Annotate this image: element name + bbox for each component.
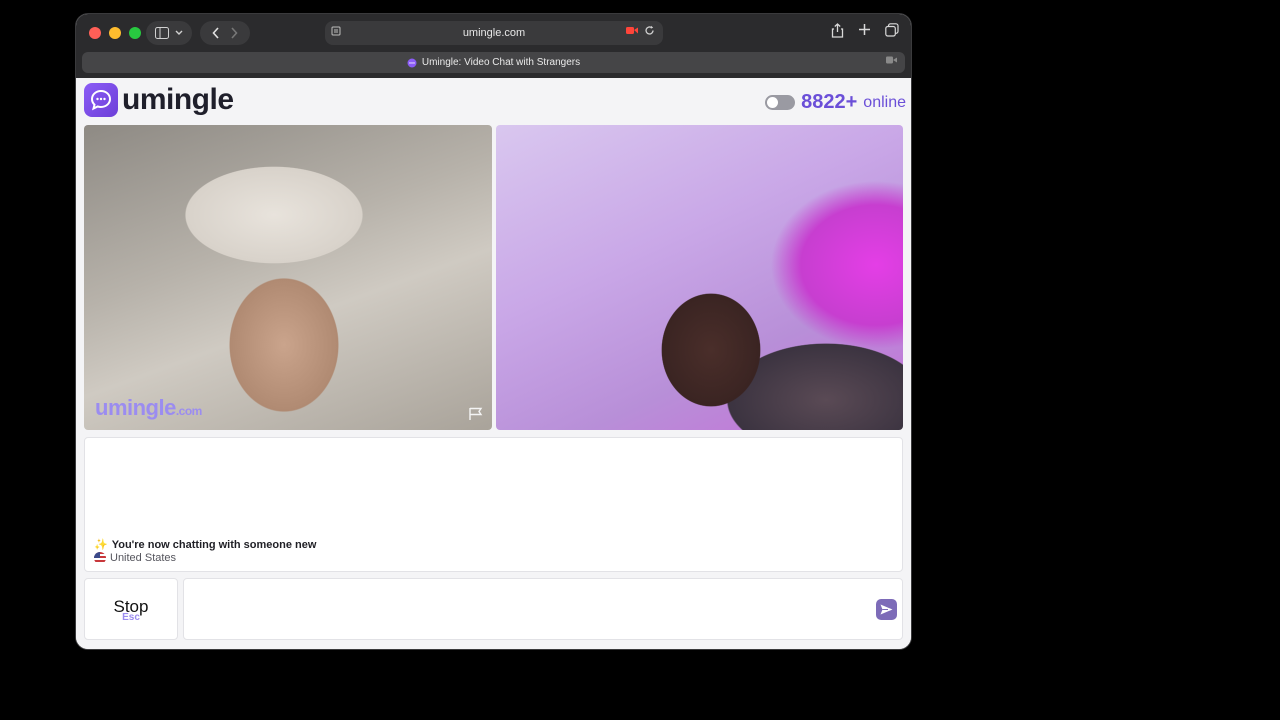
share-icon[interactable] (831, 23, 844, 38)
stop-button[interactable]: Stop Esc (84, 578, 178, 640)
remote-video (496, 125, 903, 430)
forward-icon[interactable] (230, 27, 238, 39)
online-indicator: 8822+ online (765, 91, 906, 114)
us-flag-icon (94, 552, 106, 564)
navigation-buttons (200, 21, 250, 45)
close-window-button[interactable] (89, 27, 101, 39)
message-composer (183, 578, 903, 640)
chat-log: ✨ You're now chatting with someone new U… (84, 437, 903, 572)
browser-toolbar: umingle.com Umingle: Video Chat with Str… (76, 14, 911, 78)
chat-bubble-icon (84, 83, 118, 117)
send-icon (880, 604, 893, 615)
toolbar-actions (831, 23, 899, 38)
minimize-window-button[interactable] (109, 27, 121, 39)
local-video: umingle.com (84, 125, 492, 430)
back-icon[interactable] (212, 27, 220, 39)
page-menu-icon[interactable] (331, 26, 341, 39)
address-text: umingle.com (462, 27, 526, 39)
online-count: 8822+ (801, 91, 858, 113)
settings-toggle[interactable] (765, 95, 796, 110)
zoom-window-button[interactable] (129, 27, 141, 39)
address-bar[interactable]: umingle.com (325, 21, 663, 45)
sidebar-icon (155, 27, 169, 39)
camera-active-icon[interactable] (626, 26, 638, 35)
reload-icon[interactable] (644, 25, 655, 36)
partner-country: United States (94, 552, 176, 564)
browser-window: umingle.com Umingle: Video Chat with Str… (76, 14, 911, 649)
new-tab-icon[interactable] (858, 23, 871, 36)
logo-text: umingle (122, 83, 234, 116)
sparkle-icon: ✨ (94, 539, 108, 551)
stop-shortcut-hint: Esc (122, 612, 140, 623)
system-message-text: You're now chatting with someone new (111, 538, 317, 551)
sidebar-toggle-button[interactable] (146, 21, 192, 45)
system-message: ✨ You're now chatting with someone new (94, 538, 317, 552)
tab-camera-icon (886, 56, 897, 64)
site-logo[interactable]: umingle (84, 83, 234, 117)
send-button[interactable] (876, 599, 897, 620)
chevron-down-icon (175, 30, 183, 35)
report-flag-icon[interactable] (468, 407, 484, 421)
message-input[interactable] (192, 599, 852, 621)
tab-overview-icon[interactable] (885, 23, 899, 37)
address-actions (626, 25, 655, 36)
online-label: online (863, 93, 906, 111)
page-content: umingle 8822+ online umingle.com ✨ You'r… (76, 78, 911, 649)
umingle-favicon-icon (407, 58, 417, 67)
partner-country-text: United States (110, 552, 177, 564)
video-watermark: umingle.com (95, 395, 202, 421)
tab-active[interactable]: Umingle: Video Chat with Strangers (82, 52, 905, 73)
watermark-suffix: .com (175, 404, 203, 418)
window-controls (89, 27, 141, 39)
watermark-main: umingle (95, 395, 176, 420)
tab-title: Umingle: Video Chat with Strangers (421, 57, 581, 68)
